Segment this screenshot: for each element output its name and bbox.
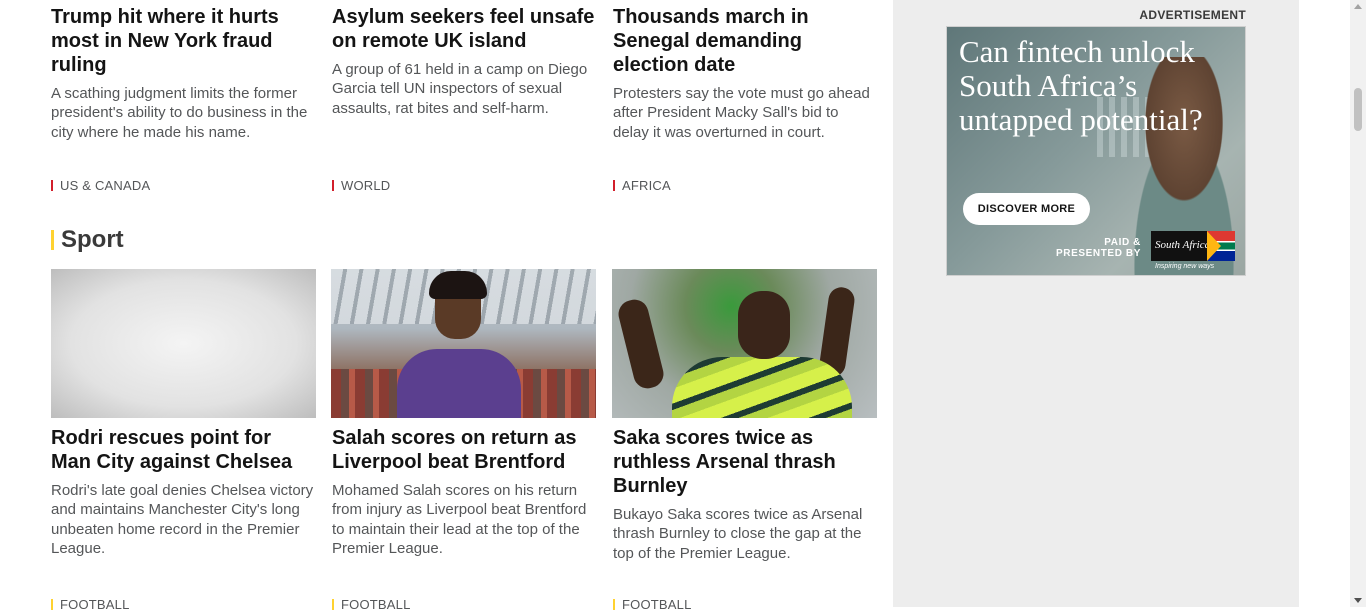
scroll-down-arrow-icon[interactable] [1354,598,1362,603]
news-headline[interactable]: Thousands march in Senegal demanding ele… [613,5,878,77]
section-title-sport[interactable]: Sport [51,226,124,254]
news-tag[interactable]: WORLD [332,178,390,193]
sport-tag[interactable]: FOOTBALL [51,597,130,612]
ad-presented-line: PRESENTED BY [1056,248,1141,259]
advertisement-label: ADVERTISEMENT [1139,8,1246,22]
page-scrollbar[interactable] [1350,0,1366,607]
news-summary: Protesters say the vote must go ahead af… [613,85,870,141]
player-arm-graphic [615,296,667,392]
player-shirt-graphic [397,349,521,418]
sport-summary: Rodri's late goal denies Chelsea victory… [51,482,314,557]
scrollbar-thumb[interactable] [1354,88,1362,131]
ad-headline: Can fintech unlock South Africa’s untapp… [959,34,1203,137]
sport-card[interactable]: Salah scores on return as Liverpool beat… [332,426,597,558]
sport-tag[interactable]: FOOTBALL [613,597,692,612]
sport-card[interactable]: Saka scores twice as ruthless Arsenal th… [613,426,878,563]
sport-card[interactable]: Rodri rescues point for Man City against… [51,426,316,558]
saka-story-image[interactable] [612,269,877,418]
rodri-story-image[interactable] [51,269,316,418]
ad-logo-tagline: Inspiring new ways [1155,263,1215,270]
brand-south-africa-logo[interactable]: South Africa [1151,231,1235,261]
news-headline[interactable]: Trump hit where it hurts most in New Yor… [51,5,316,77]
player-shirt-graphic [672,357,852,418]
news-tag[interactable]: AFRICA [613,178,671,193]
ad-paid-presented: PAID & PRESENTED BY [1045,237,1141,259]
news-tag[interactable]: US & CANADA [51,178,150,193]
news-summary: A scathing judgment limits the former pr… [51,85,308,141]
player-hair-graphic [429,271,487,299]
flag-triangle-icon [1207,231,1221,261]
sport-headline[interactable]: Salah scores on return as Liverpool beat… [332,426,597,474]
news-headline[interactable]: Asylum seekers feel unsafe on remote UK … [332,5,597,53]
scroll-up-arrow-icon[interactable] [1354,4,1362,9]
page: Trump hit where it hurts most in New Yor… [0,0,1350,612]
news-card[interactable]: Asylum seekers feel unsafe on remote UK … [332,5,597,118]
salah-story-image[interactable] [331,269,596,418]
ad-paid-line: PAID & [1104,237,1141,248]
news-summary: A group of 61 held in a camp on Diego Ga… [332,61,588,117]
news-card[interactable]: Trump hit where it hurts most in New Yor… [51,5,316,142]
discover-more-button[interactable]: DISCOVER MORE [963,193,1090,225]
sport-tag[interactable]: FOOTBALL [332,597,411,612]
sport-headline[interactable]: Rodri rescues point for Man City against… [51,426,316,474]
sport-summary: Bukayo Saka scores twice as Arsenal thra… [613,506,863,562]
sport-summary: Mohamed Salah scores on his return from … [332,482,587,557]
sport-headline[interactable]: Saka scores twice as ruthless Arsenal th… [613,426,878,498]
advertisement-banner[interactable]: Can fintech unlock South Africa’s untapp… [946,26,1246,276]
ad-logo-text: South Africa [1155,239,1211,251]
news-card[interactable]: Thousands march in Senegal demanding ele… [613,5,878,142]
player-head-graphic [738,291,790,359]
